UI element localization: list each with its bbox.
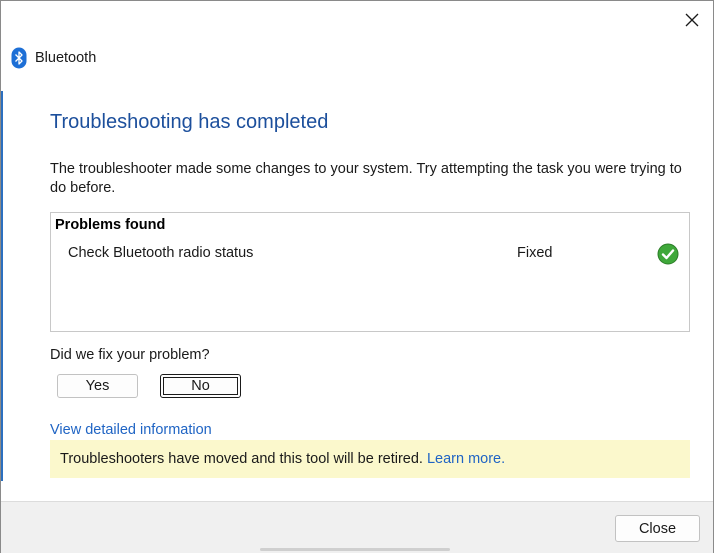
learn-more-link[interactable]: Learn more.: [427, 451, 505, 467]
problem-status: Fixed: [517, 245, 553, 261]
view-details-link[interactable]: View detailed information: [50, 422, 212, 438]
bluetooth-icon: [11, 47, 27, 69]
result-description: The troubleshooter made some changes to …: [50, 161, 682, 196]
list-item[interactable]: Check Bluetooth radio status Fixed: [51, 243, 689, 267]
retirement-notice: Troubleshooters have moved and this tool…: [50, 440, 690, 478]
window-title: Bluetooth: [35, 50, 97, 66]
close-icon: [685, 13, 699, 27]
yes-button[interactable]: Yes: [57, 374, 138, 398]
resize-grip: [260, 548, 450, 551]
dialog-footer: Close: [1, 501, 713, 553]
problems-found-header: Problems found: [55, 217, 166, 233]
green-check-icon: [657, 243, 679, 265]
problem-name: Check Bluetooth radio status: [68, 245, 254, 261]
problems-found-list: Problems found Check Bluetooth radio sta…: [50, 212, 690, 332]
notice-text: Troubleshooters have moved and this tool…: [60, 451, 423, 467]
troubleshooter-window: Bluetooth Troubleshooting has completed …: [0, 0, 714, 553]
close-window-button[interactable]: [677, 7, 707, 33]
window-edge-accent: [1, 91, 3, 481]
page-title: Troubleshooting has completed: [50, 111, 329, 133]
feedback-question: Did we fix your problem?: [50, 347, 210, 363]
title-bar: Bluetooth: [11, 45, 96, 71]
no-button[interactable]: No: [160, 374, 241, 398]
close-button[interactable]: Close: [615, 515, 700, 542]
